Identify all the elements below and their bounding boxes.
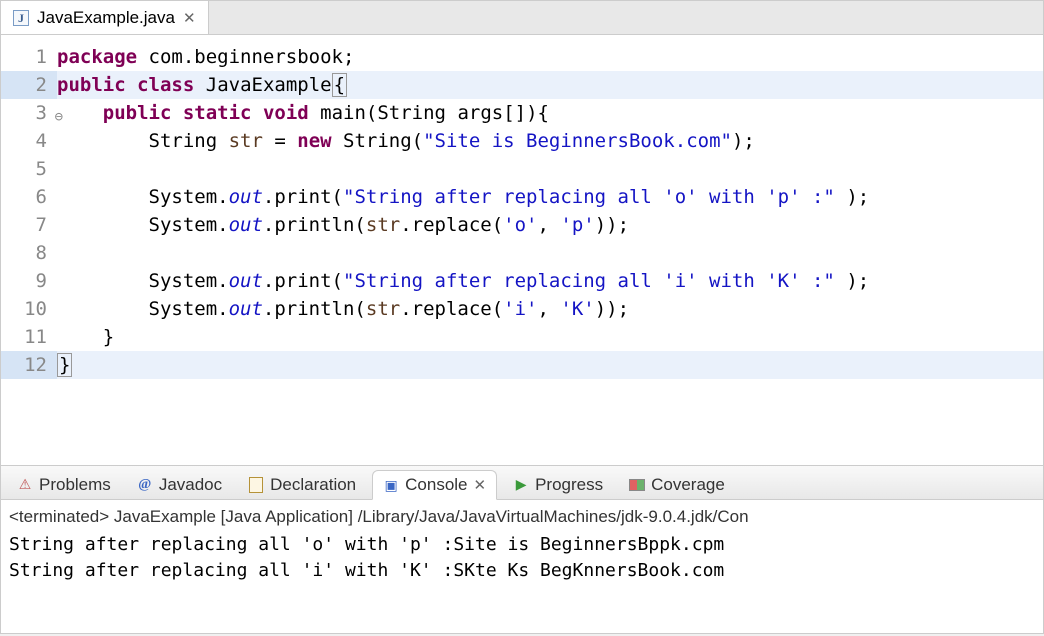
tab-label: Coverage: [651, 475, 725, 495]
editor-pane: J JavaExample.java ✕ 1 2 3 4 5 6 7 8 9 1…: [0, 0, 1044, 466]
code-body[interactable]: package com.beginnersbook; public class …: [57, 43, 1043, 379]
javadoc-icon: @: [137, 477, 153, 493]
code-editor[interactable]: 1 2 3 4 5 6 7 8 9 10 11 12 package com.b…: [1, 35, 1043, 379]
code-line: public static void main(String args[]){: [57, 99, 1043, 127]
editor-tab-bar: J JavaExample.java ✕: [1, 1, 1043, 35]
line-number: 2: [1, 71, 57, 99]
code-line: [57, 239, 1043, 267]
tab-label: Declaration: [270, 475, 356, 495]
java-file-icon: J: [13, 10, 29, 26]
close-icon[interactable]: ✕: [474, 476, 487, 494]
tab-problems[interactable]: ⚠ Problems: [7, 471, 121, 499]
tab-console[interactable]: ▣ Console ✕: [372, 470, 497, 500]
declaration-icon: [248, 477, 264, 493]
console-output[interactable]: <terminated> JavaExample [Java Applicati…: [1, 500, 1043, 588]
line-number: 12: [1, 351, 57, 379]
tab-label: Console: [405, 475, 467, 495]
tab-coverage[interactable]: Coverage: [619, 471, 735, 499]
console-status: <terminated> JavaExample [Java Applicati…: [9, 504, 1035, 530]
tab-label: Javadoc: [159, 475, 222, 495]
code-line: [57, 155, 1043, 183]
console-line: String after replacing all 'i' with 'K' …: [9, 558, 1035, 584]
code-line: System.out.print("String after replacing…: [57, 267, 1043, 295]
bottom-tab-bar: ⚠ Problems @ Javadoc Declaration ▣ Conso…: [1, 466, 1043, 500]
code-line: System.out.println(str.replace('o', 'p')…: [57, 211, 1043, 239]
line-number: 3: [1, 99, 57, 127]
code-line: System.out.println(str.replace('i', 'K')…: [57, 295, 1043, 323]
tab-progress[interactable]: ▶ Progress: [503, 471, 613, 499]
code-line: }: [57, 323, 1043, 351]
line-number-gutter: 1 2 3 4 5 6 7 8 9 10 11 12: [1, 43, 57, 379]
line-number: 5: [1, 155, 57, 183]
line-number: 7: [1, 211, 57, 239]
line-number: 11: [1, 323, 57, 351]
tab-javadoc[interactable]: @ Javadoc: [127, 471, 232, 499]
tab-label: Problems: [39, 475, 111, 495]
console-line: String after replacing all 'o' with 'p' …: [9, 532, 1035, 558]
code-line: package com.beginnersbook;: [57, 43, 1043, 71]
line-number: 8: [1, 239, 57, 267]
console-icon: ▣: [383, 477, 399, 493]
code-line: System.out.print("String after replacing…: [57, 183, 1043, 211]
tab-declaration[interactable]: Declaration: [238, 471, 366, 499]
code-line: }: [57, 351, 1043, 379]
tab-label: Progress: [535, 475, 603, 495]
progress-icon: ▶: [513, 477, 529, 493]
problems-icon: ⚠: [17, 477, 33, 493]
line-number: 1: [1, 43, 57, 71]
line-number: 10: [1, 295, 57, 323]
coverage-icon: [629, 477, 645, 493]
line-number: 9: [1, 267, 57, 295]
code-line: String str = new String("Site is Beginne…: [57, 127, 1043, 155]
editor-tab[interactable]: J JavaExample.java ✕: [1, 1, 209, 34]
line-number: 4: [1, 127, 57, 155]
tab-filename: JavaExample.java: [37, 8, 175, 28]
close-icon[interactable]: ✕: [183, 9, 196, 27]
line-number: 6: [1, 183, 57, 211]
bottom-panel: ⚠ Problems @ Javadoc Declaration ▣ Conso…: [0, 466, 1044, 634]
code-line: public class JavaExample{: [57, 71, 1043, 99]
